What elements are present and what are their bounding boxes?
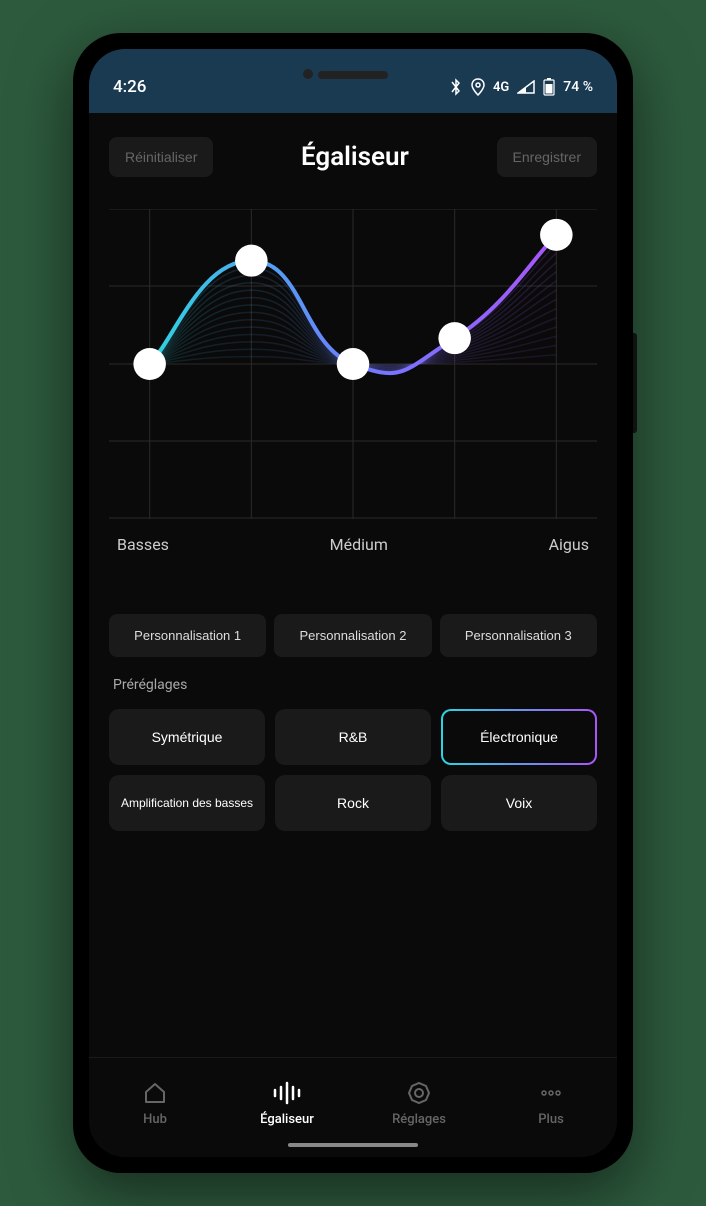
custom-preset-1[interactable]: Personnalisation 1 bbox=[109, 614, 266, 657]
preset-rnb[interactable]: R&B bbox=[275, 709, 431, 765]
more-icon bbox=[538, 1080, 564, 1106]
custom-preset-3[interactable]: Personnalisation 3 bbox=[440, 614, 597, 657]
reset-button[interactable]: Réinitialiser bbox=[109, 137, 213, 177]
custom-preset-2[interactable]: Personnalisation 2 bbox=[274, 614, 431, 657]
nav-hub-label: Hub bbox=[143, 1112, 167, 1127]
equalizer-icon bbox=[271, 1080, 303, 1106]
axis-mid: Médium bbox=[330, 535, 388, 554]
header-row: Réinitialiser Égaliseur Enregistrer bbox=[109, 137, 597, 177]
location-icon bbox=[471, 78, 485, 96]
battery-icon bbox=[543, 78, 555, 96]
gear-icon bbox=[406, 1080, 432, 1106]
page-title: Égaliseur bbox=[301, 142, 409, 172]
nav-eq[interactable]: Égaliseur bbox=[237, 1080, 337, 1127]
front-camera bbox=[303, 69, 313, 79]
signal-icon bbox=[517, 80, 535, 94]
home-indicator[interactable] bbox=[288, 1143, 418, 1147]
presets-section-label: Préréglages bbox=[113, 677, 597, 693]
axis-low: Basses bbox=[117, 535, 169, 554]
eq-knob-3[interactable] bbox=[438, 322, 471, 354]
preset-rock[interactable]: Rock bbox=[275, 775, 431, 831]
home-icon bbox=[142, 1080, 168, 1106]
save-button[interactable]: Enregistrer bbox=[497, 137, 597, 177]
nav-settings-label: Réglages bbox=[392, 1112, 446, 1127]
axis-high: Aigus bbox=[549, 535, 589, 554]
custom-presets-row: Personnalisation 1 Personnalisation 2 Pe… bbox=[109, 614, 597, 657]
battery-percent: 74 % bbox=[563, 79, 593, 95]
preset-electronic[interactable]: Électronique bbox=[441, 709, 597, 765]
bottom-nav: Hub Égaliseur Réglages Plus bbox=[89, 1057, 617, 1157]
phone-side-button bbox=[633, 333, 637, 433]
preset-voice[interactable]: Voix bbox=[441, 775, 597, 831]
nav-hub[interactable]: Hub bbox=[105, 1080, 205, 1127]
phone-frame: 4:26 4G 74 % Réinitial bbox=[73, 33, 633, 1173]
nav-eq-label: Égaliseur bbox=[260, 1112, 314, 1127]
status-icons: 4G 74 % bbox=[449, 78, 593, 96]
nav-more[interactable]: Plus bbox=[501, 1080, 601, 1127]
eq-knob-2[interactable] bbox=[337, 348, 370, 380]
nav-settings[interactable]: Réglages bbox=[369, 1080, 469, 1127]
status-bar: 4:26 4G 74 % bbox=[89, 49, 617, 113]
eq-chart[interactable] bbox=[109, 209, 597, 519]
nav-more-label: Plus bbox=[538, 1112, 564, 1127]
eq-knob-0[interactable] bbox=[133, 348, 166, 380]
preset-bass-boost[interactable]: Amplification des basses bbox=[109, 775, 265, 831]
status-time: 4:26 bbox=[113, 77, 146, 97]
speaker-notch bbox=[318, 71, 388, 79]
network-type: 4G bbox=[493, 80, 509, 95]
screen: 4:26 4G 74 % Réinitial bbox=[89, 49, 617, 1157]
app-content: Réinitialiser Égaliseur Enregistrer bbox=[89, 113, 617, 1057]
eq-axis-labels: Basses Médium Aigus bbox=[109, 535, 597, 554]
preset-grid: Symétrique R&B Électronique Amplificatio… bbox=[109, 709, 597, 831]
eq-knob-4[interactable] bbox=[540, 219, 573, 251]
preset-symmetric[interactable]: Symétrique bbox=[109, 709, 265, 765]
bluetooth-icon bbox=[449, 78, 463, 96]
eq-knob-1[interactable] bbox=[235, 245, 268, 277]
